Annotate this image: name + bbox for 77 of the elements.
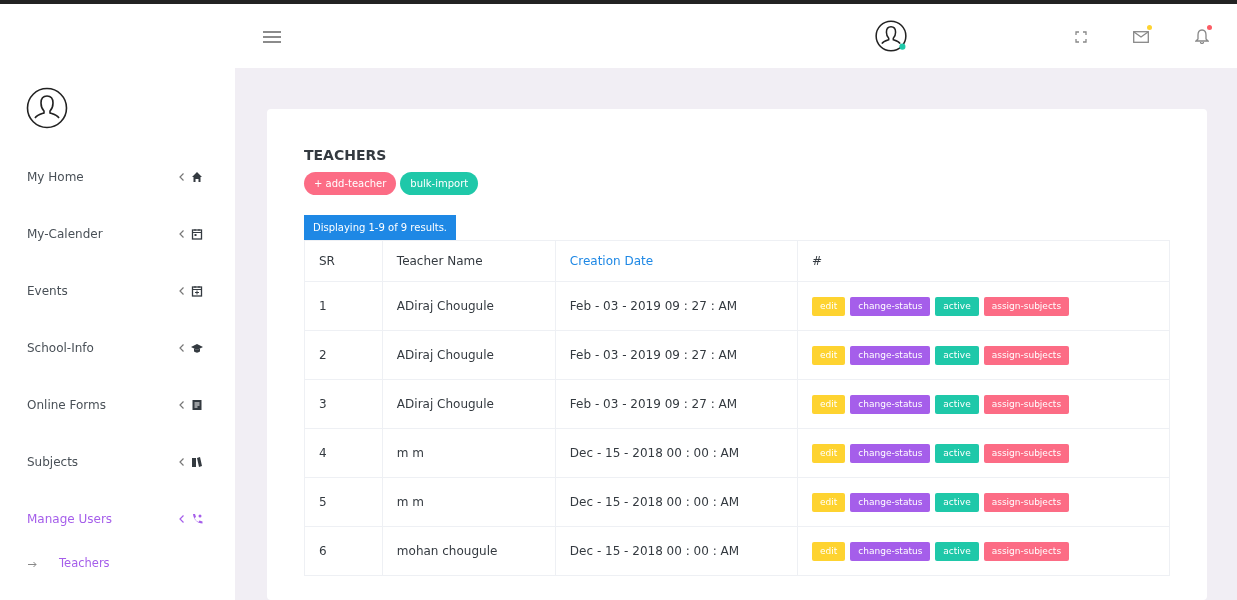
sidebar-item[interactable]: Subjects xyxy=(0,433,235,490)
action-button[interactable]: change-status xyxy=(850,541,931,562)
results-summary: Displaying 1-9 of 9 results. xyxy=(304,214,457,240)
table-cell: 5 xyxy=(319,494,327,509)
action-button[interactable]: edit xyxy=(812,296,846,317)
table-cell: m m xyxy=(396,445,425,460)
graduation-cap-icon xyxy=(191,341,203,354)
table-cell: 3 xyxy=(319,396,327,411)
sort-link[interactable]: Creation Date xyxy=(569,253,654,268)
table-cell: 2 xyxy=(319,347,327,362)
sidebar-item[interactable]: School-Info xyxy=(0,319,235,376)
action-button[interactable]: assign-subjects xyxy=(983,394,1070,415)
action-button[interactable]: assign-subjects xyxy=(983,492,1070,513)
form-icon xyxy=(191,398,203,411)
sidebar-item[interactable]: Manage Users xyxy=(0,490,235,547)
sidebar-item[interactable]: Events xyxy=(0,262,235,319)
action-button[interactable]: active xyxy=(935,296,979,317)
chevron-left-icon xyxy=(179,514,184,523)
avatar-icon[interactable] xyxy=(875,20,907,52)
action-button[interactable]: change-status xyxy=(850,345,931,366)
action-button[interactable]: active xyxy=(935,492,979,513)
arrow-right-icon xyxy=(28,560,37,568)
page-title: TEACHERS xyxy=(304,147,388,164)
notification-bell-icon[interactable] xyxy=(1195,27,1209,45)
table-cell: Dec - 15 - 2018 00 : 00 : AM xyxy=(569,445,740,460)
action-button[interactable]: assign-subjects xyxy=(983,541,1070,562)
table-cell: ADiraj Chougule xyxy=(396,396,494,411)
table-cell: Feb - 03 - 2019 09 : 27 : AM xyxy=(569,298,738,313)
table-cell: mohan chougule xyxy=(396,543,498,558)
table-cell: 6 xyxy=(319,543,327,558)
table-cell: Feb - 03 - 2019 09 : 27 : AM xyxy=(569,347,738,362)
table-cell: Dec - 15 - 2018 00 : 00 : AM xyxy=(569,543,740,558)
book-icon xyxy=(191,455,203,468)
mail-icon[interactable] xyxy=(1133,27,1149,45)
chevron-left-icon xyxy=(179,400,184,409)
action-button[interactable]: edit xyxy=(812,443,846,464)
action-button[interactable]: edit xyxy=(812,394,846,415)
action-button[interactable]: edit xyxy=(812,492,846,513)
column-header: # xyxy=(812,253,823,268)
action-button[interactable]: bulk-import xyxy=(400,171,479,195)
chevron-left-icon xyxy=(179,457,184,466)
action-button[interactable]: change-status xyxy=(850,492,931,513)
action-button[interactable]: active xyxy=(935,541,979,562)
table-cell: m m xyxy=(396,494,425,509)
chevron-left-icon xyxy=(179,286,184,295)
user-phone-icon xyxy=(191,512,203,525)
column-header: Teacher Name xyxy=(396,253,483,268)
avatar-icon xyxy=(26,87,68,129)
sidebar-item[interactable]: My Home xyxy=(0,148,235,205)
table-cell: 4 xyxy=(319,445,327,460)
chevron-left-icon xyxy=(179,343,184,352)
calendar-icon xyxy=(191,227,203,240)
action-button[interactable]: assign-subjects xyxy=(983,296,1070,317)
action-button[interactable]: change-status xyxy=(850,296,931,317)
action-button[interactable]: assign-subjects xyxy=(983,443,1070,464)
submenu-item[interactable]: Teachers xyxy=(59,555,110,573)
table-cell: 1 xyxy=(319,298,327,313)
action-button[interactable]: active xyxy=(935,345,979,366)
table-cell: ADiraj Chougule xyxy=(396,347,494,362)
action-button[interactable]: change-status xyxy=(850,443,931,464)
home-icon xyxy=(191,170,203,183)
column-header: SR xyxy=(319,253,335,268)
chevron-left-icon xyxy=(179,172,184,181)
action-button[interactable]: active xyxy=(935,394,979,415)
action-button[interactable]: edit xyxy=(812,541,846,562)
calendar-plus-icon xyxy=(191,284,203,297)
sidebar-item[interactable]: Online Forms xyxy=(0,376,235,433)
table-cell: Dec - 15 - 2018 00 : 00 : AM xyxy=(569,494,740,509)
action-button[interactable]: + add-teacher xyxy=(304,171,397,195)
sidebar-item[interactable]: My-Calender xyxy=(0,205,235,262)
table-cell: ADiraj Chougule xyxy=(396,298,494,313)
table-cell: Feb - 03 - 2019 09 : 27 : AM xyxy=(569,396,738,411)
action-button[interactable]: change-status xyxy=(850,394,931,415)
action-button[interactable]: active xyxy=(935,443,979,464)
action-button[interactable]: edit xyxy=(812,345,846,366)
action-button[interactable]: assign-subjects xyxy=(983,345,1070,366)
chevron-left-icon xyxy=(179,229,184,238)
